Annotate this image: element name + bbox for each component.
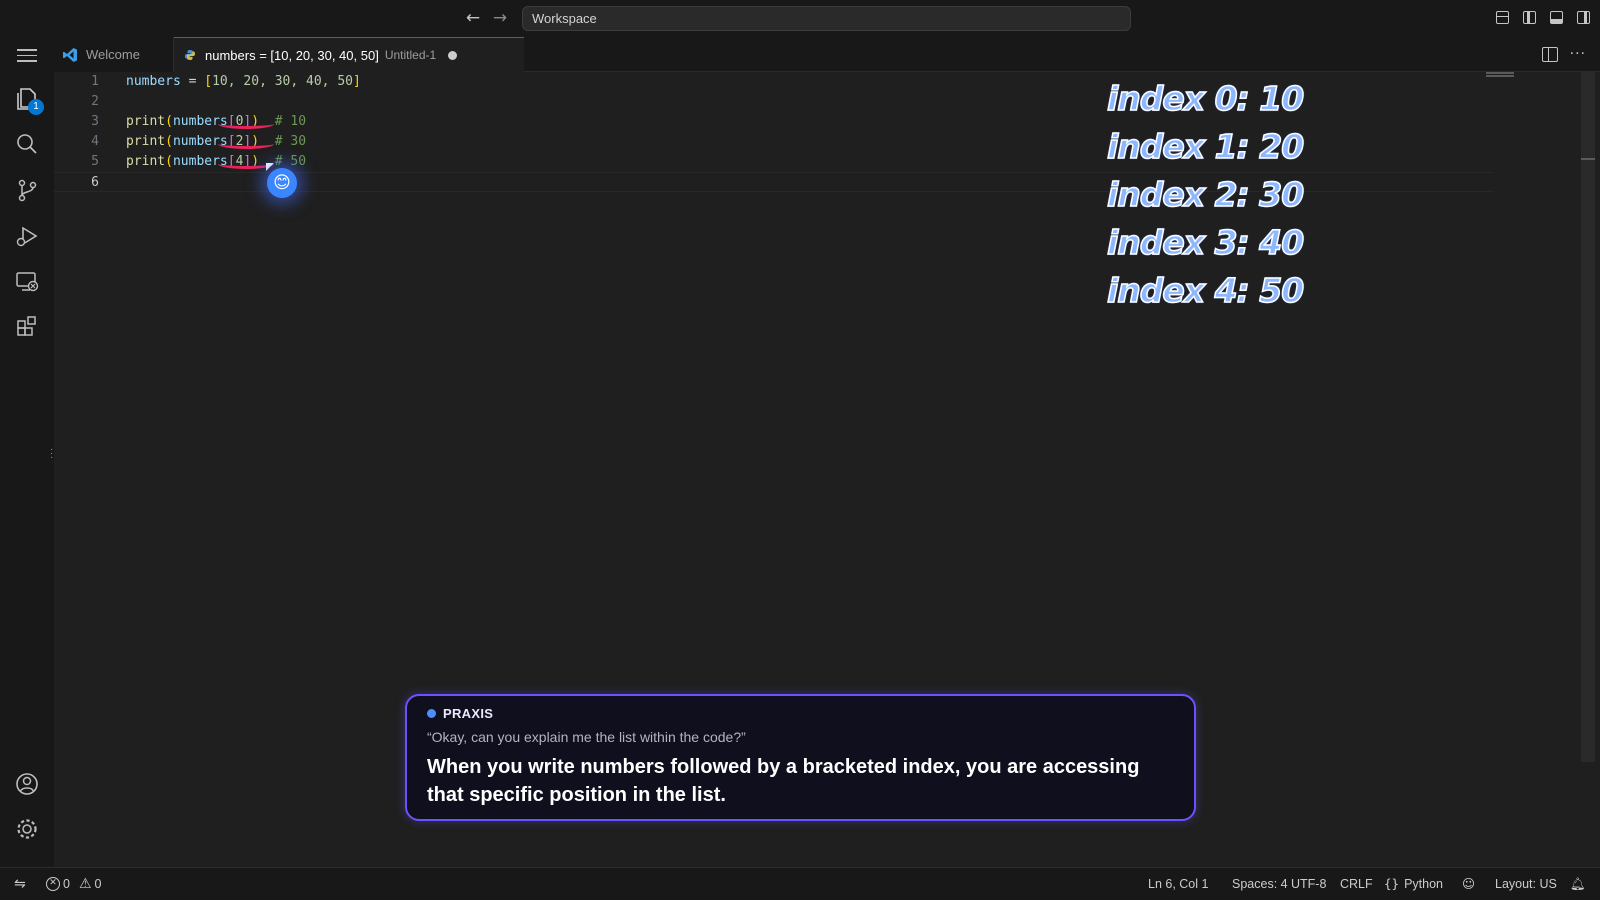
- title-bar: ← → Workspace: [0, 0, 1600, 37]
- python-file-icon: [185, 50, 195, 60]
- remote-indicator-icon[interactable]: ⇋: [14, 868, 32, 900]
- tab-title: numbers = [10, 20, 30, 40, 50]: [205, 47, 379, 63]
- error-count: 0: [63, 877, 70, 891]
- split-editor-icon[interactable]: [1541, 46, 1558, 62]
- cursor-position[interactable]: Ln 6, Col 1: [1148, 868, 1208, 900]
- copilot-icon[interactable]: ☺: [1462, 868, 1475, 900]
- end-of-line[interactable]: CRLF: [1340, 868, 1373, 900]
- layout-controls: [1493, 8, 1600, 28]
- vscode-logo-icon: [63, 47, 77, 62]
- editor-tab-bar: Welcome numbers = [10, 20, 30, 40, 50] U…: [54, 37, 1600, 72]
- overview-ruler-marker: [1581, 158, 1595, 160]
- settings-icon[interactable]: [13, 815, 41, 843]
- index-overlay: index 0: 10 index 1: 20 index 2: 30 inde…: [1106, 75, 1305, 315]
- line-code: print(numbers[0]) # 10: [126, 114, 307, 129]
- toggle-secondary-sidebar-icon[interactable]: [1574, 8, 1593, 27]
- explorer-badge: 1: [28, 99, 44, 115]
- smiley-face-icon: 😊: [267, 168, 297, 198]
- line-number: 5: [91, 154, 99, 169]
- explorer-icon[interactable]: 1: [13, 84, 44, 115]
- speaker-name: PRAXIS: [443, 706, 494, 721]
- status-bar: ⇋ ✕ 0 ⚠ 0 Ln 6, Col 1 Spaces: 4 UTF-8 CR…: [0, 867, 1600, 900]
- toggle-panel-icon[interactable]: [1547, 8, 1566, 27]
- line-number: 1: [91, 74, 99, 89]
- menu-icon[interactable]: [15, 45, 39, 73]
- unsaved-dot-icon[interactable]: [448, 50, 458, 60]
- file-encoding[interactable]: UTF-8: [1291, 868, 1326, 900]
- problems-indicator[interactable]: ✕ 0 ⚠ 0: [46, 868, 101, 900]
- caption-header: PRAXIS: [427, 706, 1174, 721]
- overlay-line: index 1: 20: [1106, 126, 1305, 167]
- vertical-scrollbar[interactable]: [1581, 72, 1595, 762]
- annotation-underline: [218, 119, 274, 129]
- keyboard-layout[interactable]: Layout: US: [1495, 868, 1557, 900]
- overlay-line: index 2: 30: [1106, 174, 1305, 215]
- editor-actions: ···: [1541, 46, 1586, 62]
- line-code: numbers = [10, 20, 30, 40, 50]: [126, 74, 361, 89]
- toggle-primary-sidebar-icon[interactable]: [1520, 8, 1539, 27]
- indentation[interactable]: Spaces: 4: [1232, 868, 1288, 900]
- error-icon: ✕: [46, 877, 60, 891]
- remote-explorer-icon[interactable]: [13, 267, 41, 295]
- overlay-line: index 4: 50: [1106, 270, 1305, 311]
- extensions-icon[interactable]: [13, 312, 41, 340]
- annotation-underline: [218, 139, 274, 149]
- notifications-bell-icon[interactable]: 🔔︎: [1570, 868, 1586, 900]
- braces-icon: {}: [1384, 876, 1400, 891]
- arrow-left-icon[interactable]: ←: [463, 8, 483, 28]
- tab-untitled-1[interactable]: numbers = [10, 20, 30, 40, 50] Untitled-…: [174, 37, 524, 72]
- language-label: Python: [1404, 877, 1443, 891]
- warning-icon: ⚠: [78, 876, 92, 892]
- tab-welcome-label: Welcome: [86, 47, 140, 62]
- caption-answer: When you write numbers followed by a bra…: [427, 756, 1140, 806]
- line-number: 3: [91, 114, 99, 129]
- customize-layout-icon[interactable]: [1493, 8, 1512, 27]
- tab-welcome[interactable]: Welcome: [54, 37, 174, 72]
- assistant-caption-card: PRAXIS “Okay, can you explain me the lis…: [405, 694, 1196, 821]
- line-number: 2: [91, 94, 99, 109]
- run-debug-icon[interactable]: [13, 222, 41, 250]
- language-mode[interactable]: {} Python: [1384, 868, 1443, 900]
- caption-question: “Okay, can you explain me the list withi…: [427, 729, 746, 745]
- speaker-dot-icon: [427, 709, 436, 718]
- source-control-icon[interactable]: [13, 176, 41, 204]
- line-number: 4: [91, 134, 99, 149]
- line-number: 6: [91, 175, 99, 190]
- account-icon[interactable]: [13, 770, 41, 798]
- warning-count: 0: [94, 877, 102, 891]
- overlay-line: index 0: 10: [1106, 78, 1305, 119]
- search-icon[interactable]: [13, 130, 41, 158]
- overlay-line: index 3: 40: [1106, 222, 1305, 263]
- arrow-right-icon[interactable]: →: [490, 8, 510, 28]
- tab-description: Untitled-1: [384, 48, 437, 62]
- activity-bar: 1: [0, 37, 54, 867]
- command-center-search[interactable]: Workspace: [522, 6, 1131, 31]
- line-code: print(numbers[2]) # 30: [126, 134, 307, 149]
- more-actions-icon[interactable]: ···: [1570, 46, 1586, 62]
- minimap[interactable]: [1486, 72, 1514, 80]
